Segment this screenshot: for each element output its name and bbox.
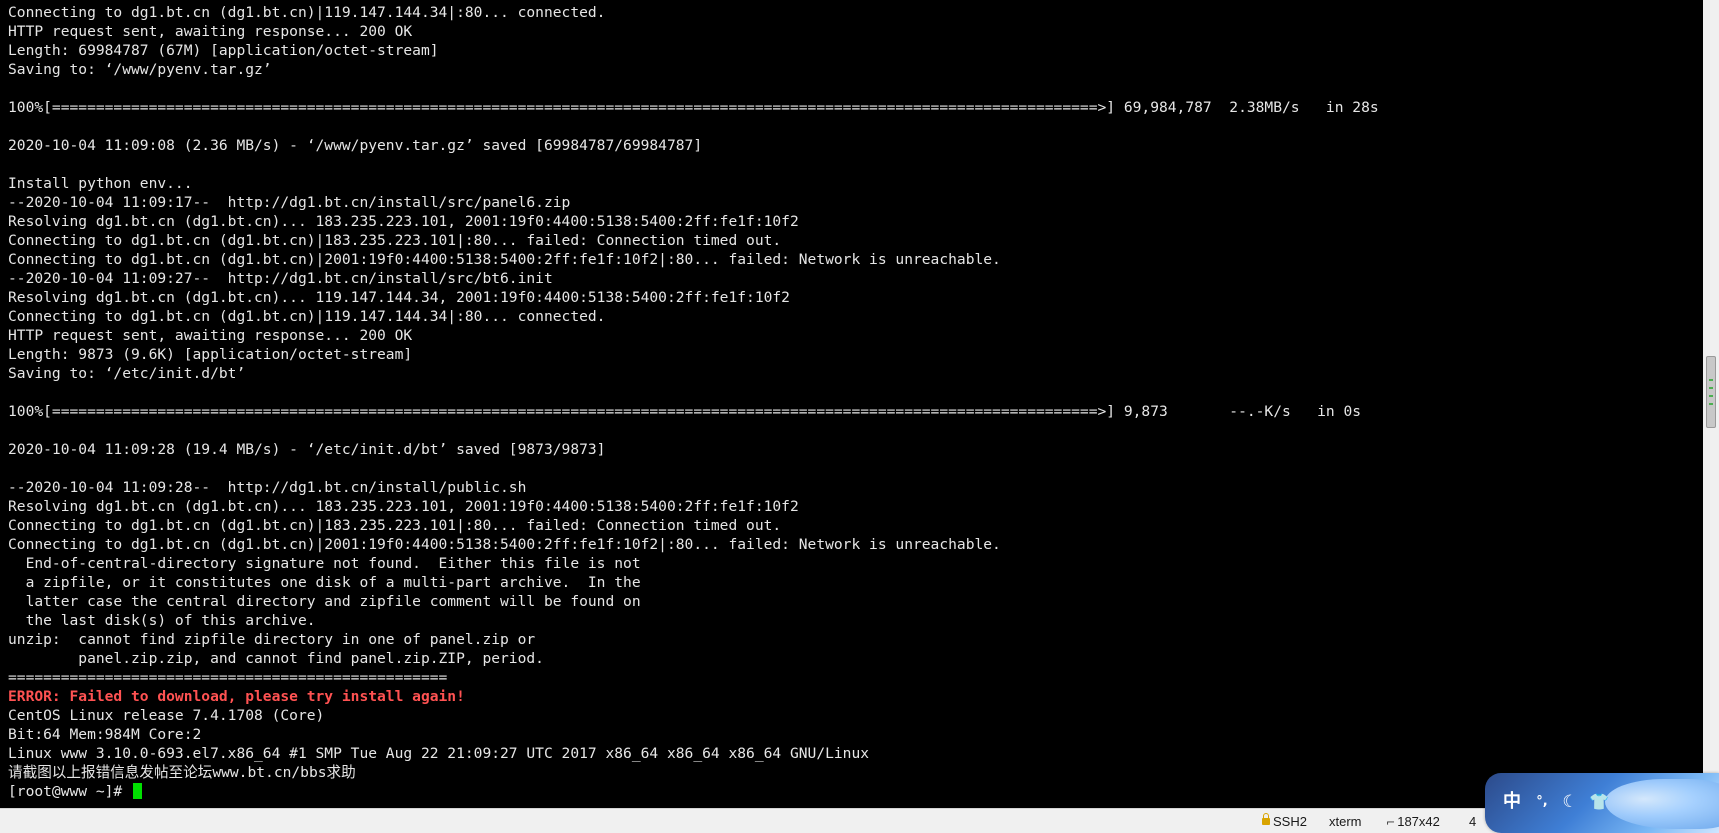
status-size-label: 187x42 — [1397, 814, 1440, 829]
ime-skin-shirt-icon[interactable]: 👕 — [1585, 789, 1613, 815]
prompt-line[interactable]: [root@www ~]# — [8, 782, 1379, 801]
terminal-line: End-of-central-directory signature not f… — [8, 555, 641, 572]
ime-chinese-mode-button[interactable]: 中 — [1499, 789, 1525, 815]
status-connection-label: SSH2 — [1273, 814, 1307, 829]
vertical-scrollbar[interactable] — [1703, 0, 1719, 808]
terminal-line: --2020-10-04 11:09:17-- http://dg1.bt.cn… — [8, 194, 571, 211]
terminal-line: Saving to: ‘/etc/init.d/bt’ — [8, 365, 246, 382]
terminal-line: Saving to: ‘/www/pyenv.tar.gz’ — [8, 61, 272, 78]
terminal-line: Connecting to dg1.bt.cn (dg1.bt.cn)|119.… — [8, 4, 606, 21]
scrollbar-thumb[interactable] — [1706, 356, 1716, 428]
ime-punctuation-button[interactable]: °, — [1529, 789, 1555, 815]
terminal-line: Connecting to dg1.bt.cn (dg1.bt.cn)|183.… — [8, 517, 782, 534]
terminal-line: Length: 9873 (9.6K) [application/octet-s… — [8, 346, 413, 363]
terminal-cursor — [133, 783, 143, 799]
terminal-line: Connecting to dg1.bt.cn (dg1.bt.cn)|183.… — [8, 232, 782, 249]
terminal-line: 2020-10-04 11:09:28 (19.4 MB/s) - ‘/etc/… — [8, 441, 606, 458]
terminal-line: Install python env... — [8, 175, 193, 192]
whale-skin-icon — [1605, 779, 1719, 829]
error-message-line: ERROR: Failed to download, please try in… — [8, 688, 465, 705]
terminal-line: --2020-10-04 11:09:28-- http://dg1.bt.cn… — [8, 479, 527, 496]
lock-icon — [1262, 813, 1270, 825]
terminal-line: latter case the central directory and zi… — [8, 593, 641, 610]
terminal-line: --2020-10-04 11:09:27-- http://dg1.bt.cn… — [8, 270, 553, 287]
terminal-line: CentOS Linux release 7.4.1708 (Core) — [8, 707, 325, 724]
terminal-line: Resolving dg1.bt.cn (dg1.bt.cn)... 183.2… — [8, 498, 799, 515]
terminal-line: Bit:64 Mem:984M Core:2 — [8, 726, 202, 743]
terminal-output[interactable]: Connecting to dg1.bt.cn (dg1.bt.cn)|119.… — [0, 0, 1703, 808]
terminal-line: Resolving dg1.bt.cn (dg1.bt.cn)... 183.2… — [8, 213, 799, 230]
terminal-line: 请截图以上报错信息发帖至论坛www.bt.cn/bbs求助 — [8, 764, 356, 781]
terminal-line: Connecting to dg1.bt.cn (dg1.bt.cn)|119.… — [8, 308, 606, 325]
status-connection: SSH2 — [1262, 813, 1307, 830]
terminal-line: 2020-10-04 11:09:08 (2.36 MB/s) - ‘/www/… — [8, 137, 703, 154]
terminal-line: HTTP request sent, awaiting response... … — [8, 23, 413, 40]
status-extra: 4 — [1469, 814, 1477, 829]
terminal-line: ========================================… — [8, 669, 448, 686]
terminal-line: a zipfile, or it constitutes one disk of… — [8, 574, 641, 591]
terminal-line: HTTP request sent, awaiting response... … — [8, 327, 413, 344]
terminal-line: Linux www 3.10.0-693.el7.x86_64 #1 SMP T… — [8, 745, 870, 762]
terminal-line: Connecting to dg1.bt.cn (dg1.bt.cn)|2001… — [8, 536, 1001, 553]
ime-moon-icon[interactable]: ☾ — [1557, 789, 1583, 815]
terminal-line: the last disk(s) of this archive. — [8, 612, 316, 629]
resize-icon: ⌐ — [1386, 816, 1396, 829]
terminal-window: Connecting to dg1.bt.cn (dg1.bt.cn)|119.… — [0, 0, 1719, 833]
terminal-line: 100%[===================================… — [8, 403, 1362, 420]
terminal-line: Resolving dg1.bt.cn (dg1.bt.cn)... 119.1… — [8, 289, 790, 306]
status-terminal-type: xterm — [1329, 814, 1362, 829]
terminal-line: Connecting to dg1.bt.cn (dg1.bt.cn)|2001… — [8, 251, 1001, 268]
status-terminal-size: ⌐ 187x42 — [1386, 813, 1440, 830]
terminal-line: panel.zip.zip, and cannot find panel.zip… — [8, 650, 544, 667]
terminal-line: unzip: cannot find zipfile directory in … — [8, 631, 536, 648]
terminal-line: 100%[===================================… — [8, 99, 1379, 116]
terminal-lines: Connecting to dg1.bt.cn (dg1.bt.cn)|119.… — [8, 3, 1379, 801]
ime-toolbar[interactable]: 中 °, ☾ 👕 — [1485, 773, 1719, 833]
status-bar: SSH2 xterm ⌐ 187x42 4 — [0, 808, 1719, 833]
shell-prompt: [root@www ~]# — [8, 783, 132, 800]
terminal-line: Length: 69984787 (67M) [application/octe… — [8, 42, 439, 59]
